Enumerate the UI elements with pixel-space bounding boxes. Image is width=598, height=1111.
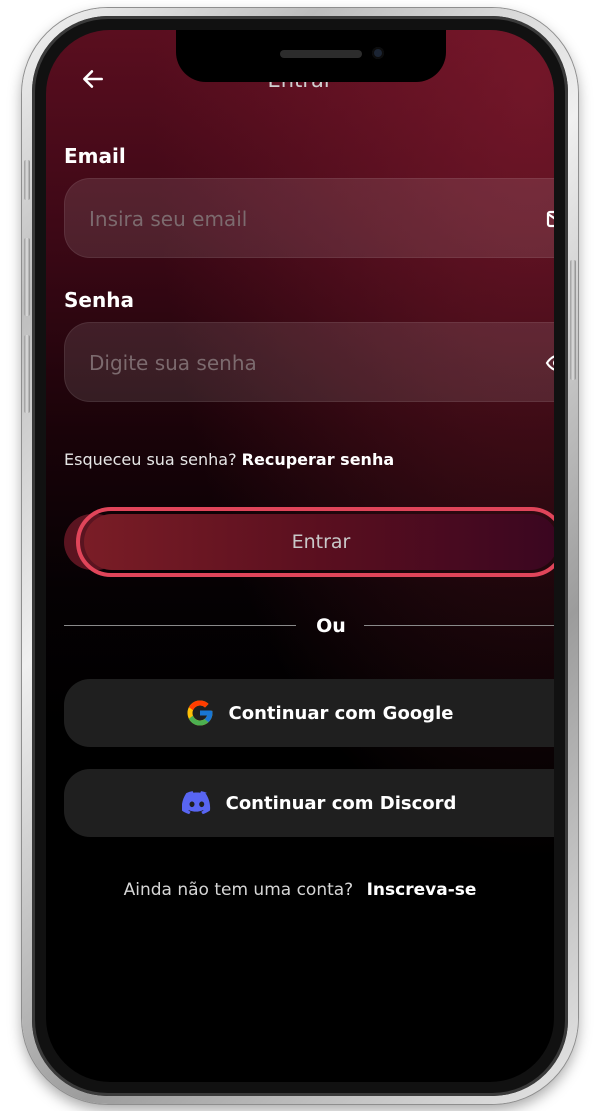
divider-right <box>364 625 554 626</box>
forgot-password-question: Esqueceu sua senha? <box>64 450 237 469</box>
eye-icon[interactable] <box>545 351 554 375</box>
signup-link[interactable]: Inscreva-se <box>367 880 477 900</box>
discord-login-label: Continuar com Discord <box>225 792 457 814</box>
google-login-label: Continuar com Google <box>228 702 454 724</box>
app-screen: Entrar Email Senha Esqueceu sua senha? R… <box>46 30 554 1082</box>
phone-side-button <box>24 160 30 200</box>
divider-label: Ou <box>316 615 346 637</box>
phone-volume-up-button <box>24 238 30 316</box>
password-field[interactable] <box>87 323 511 403</box>
email-label: Email <box>64 144 126 168</box>
signup-question: Ainda não tem uma conta? <box>123 880 354 900</box>
front-camera <box>372 47 384 59</box>
email-field[interactable] <box>87 179 511 259</box>
phone-volume-down-button <box>24 335 30 413</box>
google-login-button-content: Continuar com Google <box>64 679 554 747</box>
password-label: Senha <box>64 288 134 312</box>
notch <box>176 30 446 82</box>
speaker <box>280 50 362 58</box>
back-arrow-icon[interactable] <box>80 66 106 92</box>
login-button-highlight <box>76 507 554 577</box>
divider-left <box>64 625 296 626</box>
phone-power-button <box>570 260 576 380</box>
google-icon <box>187 700 213 726</box>
discord-icon <box>181 791 210 815</box>
email-field-container <box>64 178 554 259</box>
google-login-button[interactable]: Continuar com Google <box>64 679 554 747</box>
recover-password-link[interactable]: Recuperar senha <box>242 450 394 469</box>
discord-login-button-content: Continuar com Discord <box>64 769 554 837</box>
signup-row: Ainda não tem uma conta? Inscreva-se <box>46 880 554 900</box>
password-field-container <box>64 322 554 403</box>
forgot-password-row: Esqueceu sua senha? Recuperar senha <box>64 450 394 469</box>
discord-login-button[interactable]: Continuar com Discord <box>64 769 554 837</box>
mail-icon <box>546 210 554 228</box>
